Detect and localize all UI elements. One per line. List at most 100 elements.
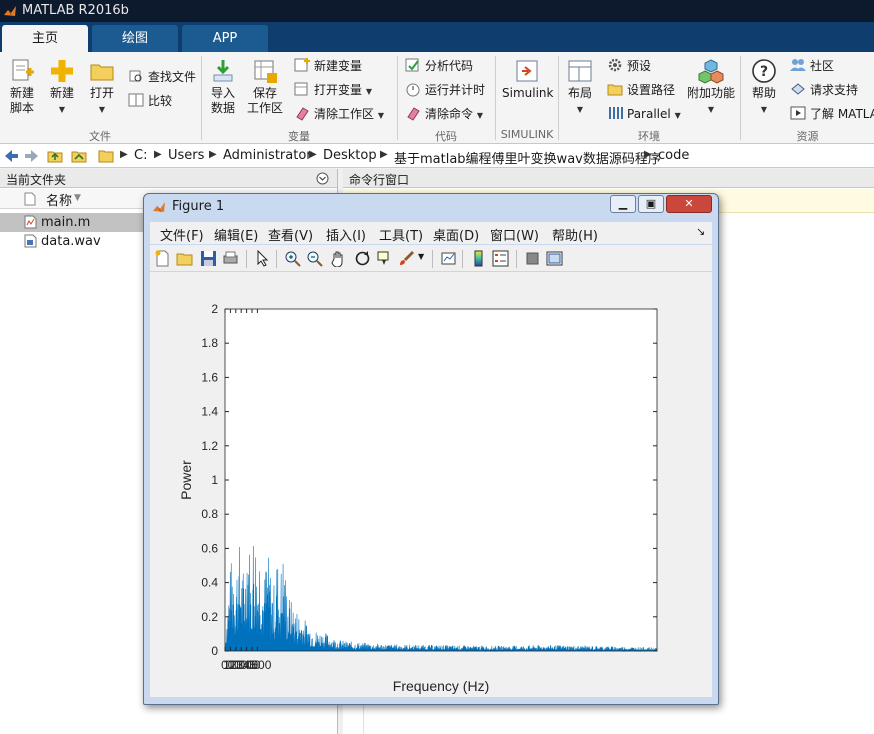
find-files-button[interactable]: 查找文件 [128,67,196,87]
minimize-icon: ▁ [618,197,628,210]
open-variable-dropdown-icon[interactable]: ▼ [366,87,372,96]
power-spectrum-plot[interactable]: 00.20.40.60.811.21.41.61.820100200300400… [150,272,712,697]
figure-title: Figure 1 [172,199,225,214]
minimize-button[interactable]: ▁ [610,195,636,213]
hide-plot-tools-icon[interactable] [524,250,541,267]
import-label-1: 导入 [210,86,235,100]
new-variable-button[interactable]: 新建变量 [294,56,362,76]
run-and-time-button[interactable]: 运行并计时 [405,80,485,100]
save-icon[interactable] [200,250,217,267]
menu-help[interactable]: 帮助(H) [552,225,598,244]
show-plot-tools-icon[interactable] [546,250,563,267]
open-dropdown-icon[interactable]: ▼ [99,105,105,114]
parallel-dropdown-icon[interactable]: ▼ [675,111,681,120]
community-label: 社区 [810,59,835,73]
save-workspace-button[interactable]: 保存 工作区 [245,58,285,116]
simulink-icon [516,60,538,82]
path-separator-icon: ▶ [380,149,388,160]
menu-dock-arrow-icon[interactable]: ↘ [696,225,705,238]
help-button[interactable]: ? 帮助 ▼ [748,58,780,117]
figure-title-bar[interactable]: Figure 1 ▁ ▣ ✕ [144,194,718,220]
add-ons-dropdown-icon[interactable]: ▼ [708,105,714,114]
browse-folder-icon[interactable] [71,148,87,164]
svg-text:?: ? [760,64,768,80]
close-button[interactable]: ✕ [666,195,712,213]
menu-insert[interactable]: 插入(I) [326,225,366,244]
import-data-button[interactable]: 导入 数据 [207,58,239,116]
clear-workspace-button[interactable]: 清除工作区 ▼ [294,104,384,124]
y-tick-label: 0.6 [201,541,218,555]
menu-edit[interactable]: 编辑(E) [214,225,258,244]
new-dropdown-icon[interactable]: ▼ [59,105,65,114]
pan-hand-icon[interactable] [330,250,347,267]
zoom-out-icon[interactable] [306,250,323,267]
menu-view[interactable]: 查看(V) [268,225,313,244]
y-tick-label: 0.4 [201,576,218,590]
menu-window[interactable]: 窗口(W) [490,225,539,244]
new-script-label-1: 新建 [9,86,34,100]
path-separator-icon: ▶ [644,149,652,160]
open-button[interactable]: 打开 ▼ [86,58,118,117]
simulink-button[interactable]: Simulink [502,58,553,101]
eraser-icon [296,107,309,121]
learn-matlab-button[interactable]: 了解 MATLAB [790,104,874,124]
path-crumb[interactable]: C: [134,148,147,163]
menu-file[interactable]: 文件(F) [160,225,204,244]
preferences-button[interactable]: 预设 [607,56,651,76]
find-files-icon [129,70,142,82]
new-figure-icon[interactable] [154,250,171,267]
clear-commands-dropdown-icon[interactable]: ▼ [477,111,483,120]
brush-dropdown-icon[interactable]: ▼ [418,252,424,261]
path-crumb[interactable]: Administrator [223,148,312,163]
open-file-icon[interactable] [176,250,193,267]
path-crumb[interactable]: code [658,148,689,163]
path-crumb[interactable]: 基于matlab编程傅里叶变换wav数据源码程序 [394,148,661,167]
folder-path-icon [607,84,623,96]
data-cursor-icon[interactable] [376,250,393,267]
print-icon[interactable] [222,250,239,267]
path-crumb[interactable]: Desktop [323,148,377,163]
link-plot-icon[interactable] [440,250,457,267]
analyze-code-button[interactable]: 分析代码 [405,56,473,76]
layout-dropdown-icon[interactable]: ▼ [577,105,583,114]
up-folder-icon[interactable] [47,148,63,164]
rotate-3d-icon[interactable] [354,250,371,267]
set-path-button[interactable]: 设置路径 [607,80,675,100]
compare-label: 比较 [148,94,173,108]
back-arrow-icon[interactable] [3,148,19,164]
community-button[interactable]: 社区 [790,56,834,76]
y-tick-label: 1.2 [201,439,218,453]
legend-icon[interactable] [492,250,509,267]
brush-icon[interactable] [398,250,415,267]
clear-workspace-dropdown-icon[interactable]: ▼ [378,111,384,120]
menu-tools[interactable]: 工具(T) [379,225,423,244]
add-ons-button[interactable]: 附加功能 ▼ [686,58,736,117]
support-icon [791,83,805,95]
select-pointer-icon[interactable] [254,250,271,267]
maximize-button[interactable]: ▣ [638,195,664,213]
tab-home[interactable]: 主页 [2,25,88,52]
figure-toolbar: ▼ [150,245,712,272]
add-ons-icon [698,59,724,84]
help-dropdown-icon[interactable]: ▼ [761,105,767,114]
path-crumb[interactable]: Users [168,148,204,163]
request-support-button[interactable]: 请求支持 [790,80,858,100]
tab-apps[interactable]: APP [182,25,268,52]
layout-button[interactable]: 布局 ▼ [564,58,596,117]
forward-arrow-icon[interactable] [24,148,40,164]
parallel-button[interactable]: Parallel ▼ [607,104,681,124]
menu-desktop[interactable]: 桌面(D) [433,225,479,244]
tab-plots[interactable]: 绘图 [92,25,178,52]
panel-menu-icon[interactable] [316,172,329,185]
figure-menu-bar: 文件(F) 编辑(E) 查看(V) 插入(I) 工具(T) 桌面(D) 窗口(W… [150,222,712,244]
open-variable-button[interactable]: 打开变量 ▼ [294,80,372,100]
app-title: MATLAB R2016b [22,3,129,18]
zoom-in-icon[interactable] [284,250,301,267]
new-button[interactable]: 新建 ▼ [46,58,78,117]
new-script-button[interactable]: 新建 脚本 [6,58,38,116]
colorbar-icon[interactable] [470,250,487,267]
eraser-icon [407,107,420,121]
compare-button[interactable]: 比较 [128,91,172,111]
figure-canvas[interactable]: 0 0.2 0.4 0.6 0.8 1 1.2 1.4 1.6 1.8 2 0100200300400… [150,272,712,697]
clear-commands-button[interactable]: 清除命令 ▼ [405,104,483,124]
